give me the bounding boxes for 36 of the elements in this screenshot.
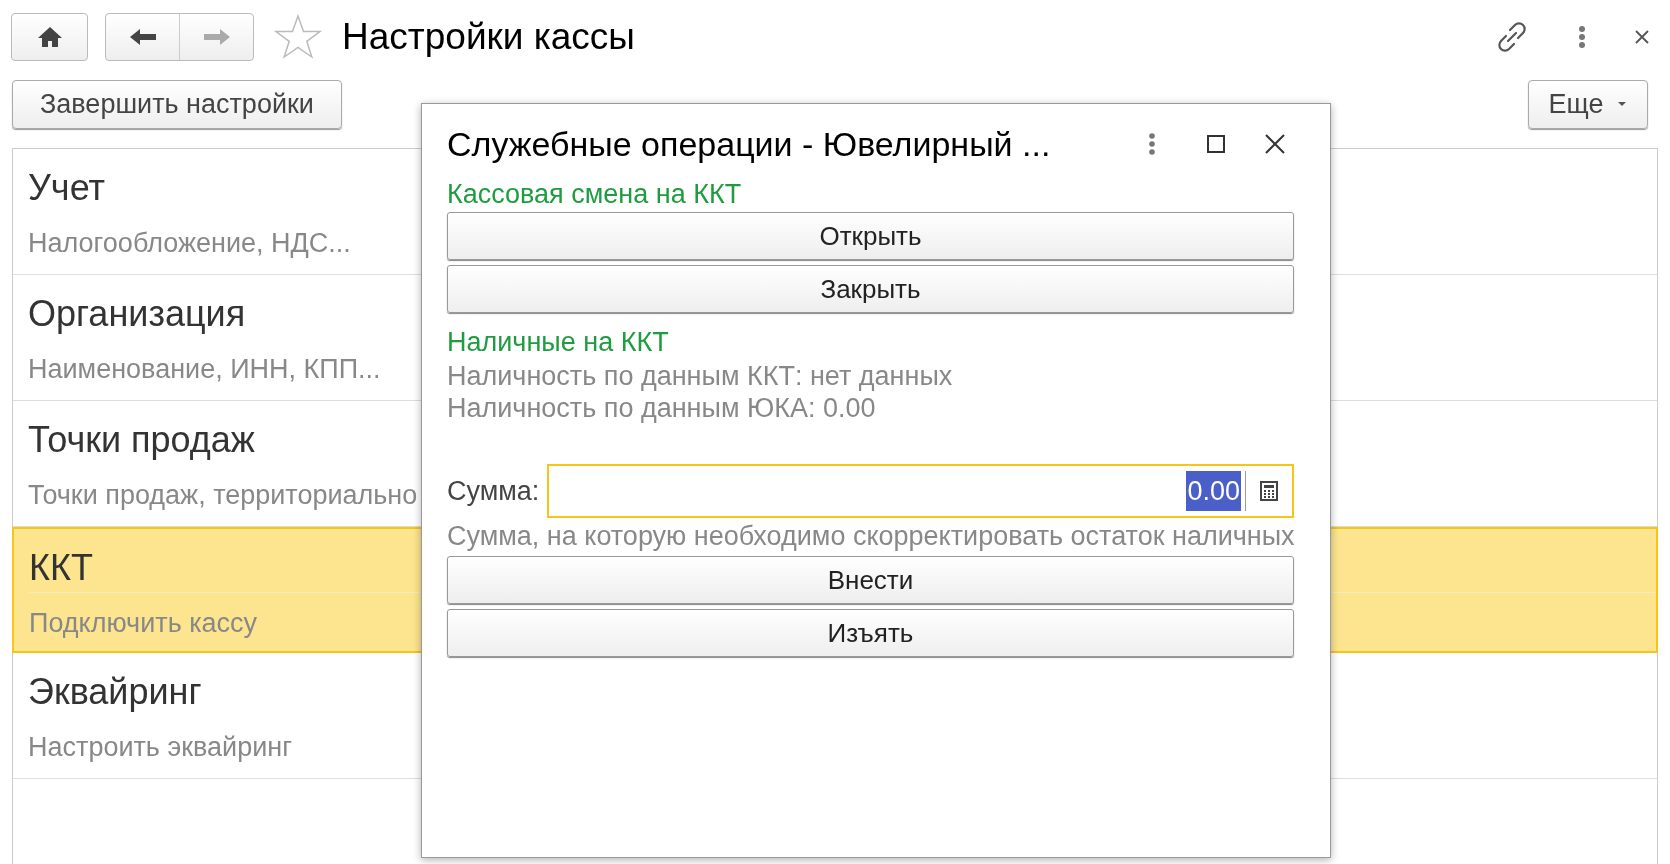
group-heading: Наличные на ККТ: [447, 326, 669, 359]
calculator-icon[interactable]: [1260, 481, 1278, 501]
close-icon[interactable]: [1634, 29, 1650, 45]
more-button[interactable]: Еще: [1528, 79, 1648, 129]
link-icon[interactable]: [1496, 21, 1528, 53]
section-subtitle: Наименование, ИНН, КПП...: [28, 354, 381, 384]
caret-icon: [1617, 101, 1628, 107]
action-button[interactable]: Закрыть: [447, 265, 1294, 313]
action-button[interactable]: Открыть: [447, 212, 1294, 260]
amount-field[interactable]: 0.00: [547, 464, 1294, 518]
close-icon[interactable]: [1264, 133, 1286, 155]
section-title: Организация: [28, 293, 246, 334]
section-title: Эквайринг: [28, 671, 202, 712]
section-subtitle: Подключить кассу: [29, 608, 258, 638]
more-options-icon[interactable]: [1578, 25, 1586, 49]
action-button[interactable]: Внести: [447, 556, 1294, 604]
info-text: Наличность по данным ЮКА: 0.00: [447, 392, 876, 424]
forward-arrow-icon: [201, 27, 232, 47]
section-subtitle: Налогообложение, НДС...: [28, 228, 351, 258]
window-title: Настройки кассы: [342, 15, 635, 60]
section-title: Точки продаж: [28, 419, 255, 460]
star-icon[interactable]: [274, 14, 322, 60]
hint-text: Сумма, на которую необходимо скорректировать остаток наличных: [447, 519, 1295, 553]
section-title: Учет: [28, 167, 105, 208]
section-title: ККТ: [29, 547, 93, 588]
action-button[interactable]: Изъять: [447, 609, 1294, 657]
section-subtitle: Настроить эквайринг: [28, 732, 292, 762]
info-text: Наличность по данным ККТ: нет данных: [447, 360, 953, 392]
dialog-title: Служебные операции - Ювелирный ...: [447, 123, 1051, 165]
home-button[interactable]: [11, 13, 88, 61]
finish-settings-button[interactable]: Завершить настройки: [12, 79, 342, 129]
section-subtitle: Точки продаж, территориально: [28, 480, 418, 510]
amount-label: Сумма:: [447, 474, 540, 508]
more-options-icon[interactable]: [1148, 132, 1156, 156]
maximize-icon[interactable]: [1206, 134, 1226, 154]
group-heading: Кассовая смена на ККТ: [447, 178, 742, 211]
